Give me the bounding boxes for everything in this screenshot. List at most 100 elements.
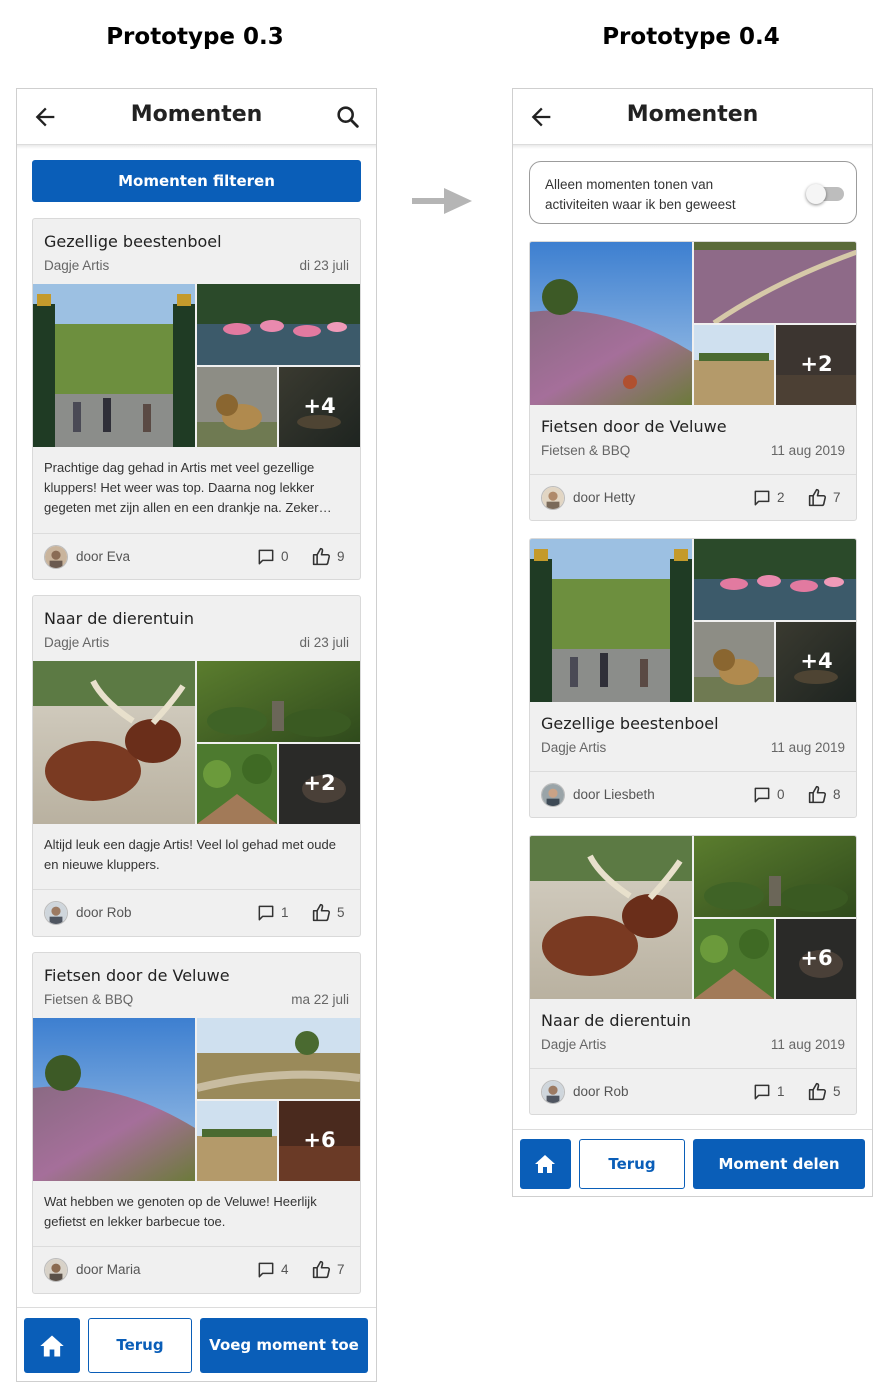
author-name: door Rob <box>573 1084 629 1099</box>
back-button[interactable]: Terug <box>579 1139 685 1189</box>
more-photos-count: +2 <box>303 771 336 795</box>
photo-more-tile[interactable]: +2 <box>279 744 360 824</box>
moment-card[interactable]: Gezellige beestenboel Dagje Artis di 23 … <box>32 218 361 580</box>
photo-bike-path[interactable] <box>197 1018 360 1099</box>
home-button[interactable] <box>520 1139 571 1189</box>
bottom-bar <box>513 1129 872 1130</box>
photo-zoo-gate[interactable] <box>530 539 692 702</box>
photo-grid[interactable]: +4 <box>33 284 360 447</box>
moment-date: di 23 juli <box>299 635 349 650</box>
thumbs-up-icon[interactable] <box>807 1081 828 1102</box>
moment-card[interactable]: +4 Gezellige beestenboel Dagje Artis 11 … <box>529 538 857 818</box>
photo-heath-hill[interactable] <box>530 242 692 405</box>
bottom-bar <box>17 1307 376 1308</box>
photo-grid[interactable]: +6 <box>33 1018 360 1181</box>
photo-cattle[interactable] <box>530 836 692 999</box>
photo-more-tile[interactable]: +6 <box>279 1101 360 1181</box>
moment-date: 11 aug 2019 <box>770 1037 845 1052</box>
photo-more-tile[interactable]: +2 <box>776 325 856 405</box>
comment-count: 2 <box>777 490 785 505</box>
moment-activity: Fietsen & BBQ <box>44 992 134 1007</box>
photo-grid[interactable]: +2 <box>33 661 360 824</box>
photo-lion[interactable] <box>694 622 774 702</box>
home-icon <box>40 1335 64 1357</box>
card-footer: door Hetty 2 7 <box>530 475 856 520</box>
photo-garden[interactable] <box>197 661 360 742</box>
author-avatar <box>541 486 565 510</box>
like-count: 8 <box>833 787 841 802</box>
photo-more-tile[interactable]: +4 <box>776 622 856 702</box>
moment-description: Altijd leuk een dagje Artis! Veel lol ge… <box>44 837 336 872</box>
moment-card[interactable]: +2 Fietsen door de Veluwe Fietsen & BBQ … <box>529 241 857 521</box>
attended-filter-toggle-row[interactable]: Alleen momenten tonen van activiteiten w… <box>529 161 857 224</box>
moment-title: Gezellige beestenboel <box>44 232 222 251</box>
photo-grid[interactable]: +4 <box>530 539 856 702</box>
photo-flamingos[interactable] <box>197 284 360 365</box>
moment-card[interactable]: +6 Naar de dierentuin Dagje Artis 11 aug… <box>529 835 857 1115</box>
thumbs-up-icon[interactable] <box>311 1259 332 1280</box>
more-photos-count: +2 <box>800 352 833 376</box>
card-footer: door Maria 4 7 <box>33 1247 360 1293</box>
photo-zoo-gate[interactable] <box>33 284 195 447</box>
moment-description: Wat hebben we genoten op de Veluwe! Heer… <box>44 1194 317 1229</box>
photo-heath-path[interactable] <box>694 242 857 323</box>
more-photos-count: +4 <box>800 649 833 673</box>
author-avatar <box>44 1258 68 1282</box>
photo-more-tile[interactable]: +4 <box>279 367 360 447</box>
moment-activity: Dagje Artis <box>44 258 110 273</box>
share-moment-button[interactable]: Moment delen <box>693 1139 865 1189</box>
author-name: door Eva <box>76 549 131 564</box>
moment-description: Prachtige dag gehad in Artis met veel ge… <box>44 460 332 515</box>
photo-lion[interactable] <box>197 367 277 447</box>
like-count: 7 <box>337 1262 345 1277</box>
home-button[interactable] <box>24 1318 80 1373</box>
thumbs-up-icon[interactable] <box>311 546 332 567</box>
comment-count: 0 <box>777 787 785 802</box>
comment-icon[interactable] <box>256 1260 276 1280</box>
author-name: door Liesbeth <box>573 787 655 802</box>
toggle-label: Alleen momenten tonen van activiteiten w… <box>545 177 736 212</box>
comment-icon[interactable] <box>752 488 772 508</box>
photo-cattle[interactable] <box>33 661 195 824</box>
thumbs-up-icon[interactable] <box>807 487 828 508</box>
filter-moments-button[interactable]: Momenten filteren <box>32 160 361 202</box>
author-avatar <box>44 545 68 569</box>
arrow-right-icon <box>412 188 472 214</box>
photo-field[interactable] <box>197 1101 277 1181</box>
moment-card[interactable]: Fietsen door de Veluwe Fietsen & BBQ ma … <box>32 952 361 1294</box>
right-prototype-heading: Prototype 0.4 <box>602 24 780 50</box>
comment-icon[interactable] <box>256 547 276 567</box>
comment-icon[interactable] <box>752 1082 772 1102</box>
photo-heath-hill[interactable] <box>33 1018 195 1181</box>
thumbs-up-icon[interactable] <box>807 784 828 805</box>
photo-grid[interactable]: +2 <box>530 242 856 405</box>
card-footer: door Rob 1 5 <box>530 1069 856 1114</box>
moment-date: ma 22 juli <box>291 992 349 1007</box>
toggle-knob <box>806 184 826 204</box>
search-icon[interactable] <box>334 103 362 131</box>
right-phone-screen: Momenten Alleen momenten tonen van activ… <box>512 88 873 1197</box>
left-prototype-heading: Prototype 0.3 <box>106 24 284 50</box>
photo-field[interactable] <box>694 325 774 405</box>
photo-plants[interactable] <box>197 744 277 824</box>
photo-grid[interactable]: +6 <box>530 836 856 999</box>
right-app-bar: Momenten <box>513 89 872 145</box>
back-button[interactable]: Terug <box>88 1318 192 1373</box>
photo-flamingos[interactable] <box>694 539 857 620</box>
card-footer: door Liesbeth 0 8 <box>530 772 856 817</box>
moment-card[interactable]: Naar de dierentuin Dagje Artis di 23 jul… <box>32 595 361 937</box>
moment-date: 11 aug 2019 <box>770 443 845 458</box>
thumbs-up-icon[interactable] <box>311 902 332 923</box>
photo-more-tile[interactable]: +6 <box>776 919 856 999</box>
moment-activity: Dagje Artis <box>541 1037 607 1052</box>
photo-garden[interactable] <box>694 836 857 917</box>
app-title: Momenten <box>626 102 759 127</box>
comment-icon[interactable] <box>256 903 276 923</box>
comment-icon[interactable] <box>752 785 772 805</box>
photo-plants[interactable] <box>694 919 774 999</box>
add-moment-button[interactable]: Voeg moment toe <box>200 1318 368 1373</box>
moment-title: Naar de dierentuin <box>44 609 194 628</box>
comment-count: 1 <box>777 1084 785 1099</box>
author-avatar <box>541 1080 565 1104</box>
author-name: door Rob <box>76 905 132 920</box>
